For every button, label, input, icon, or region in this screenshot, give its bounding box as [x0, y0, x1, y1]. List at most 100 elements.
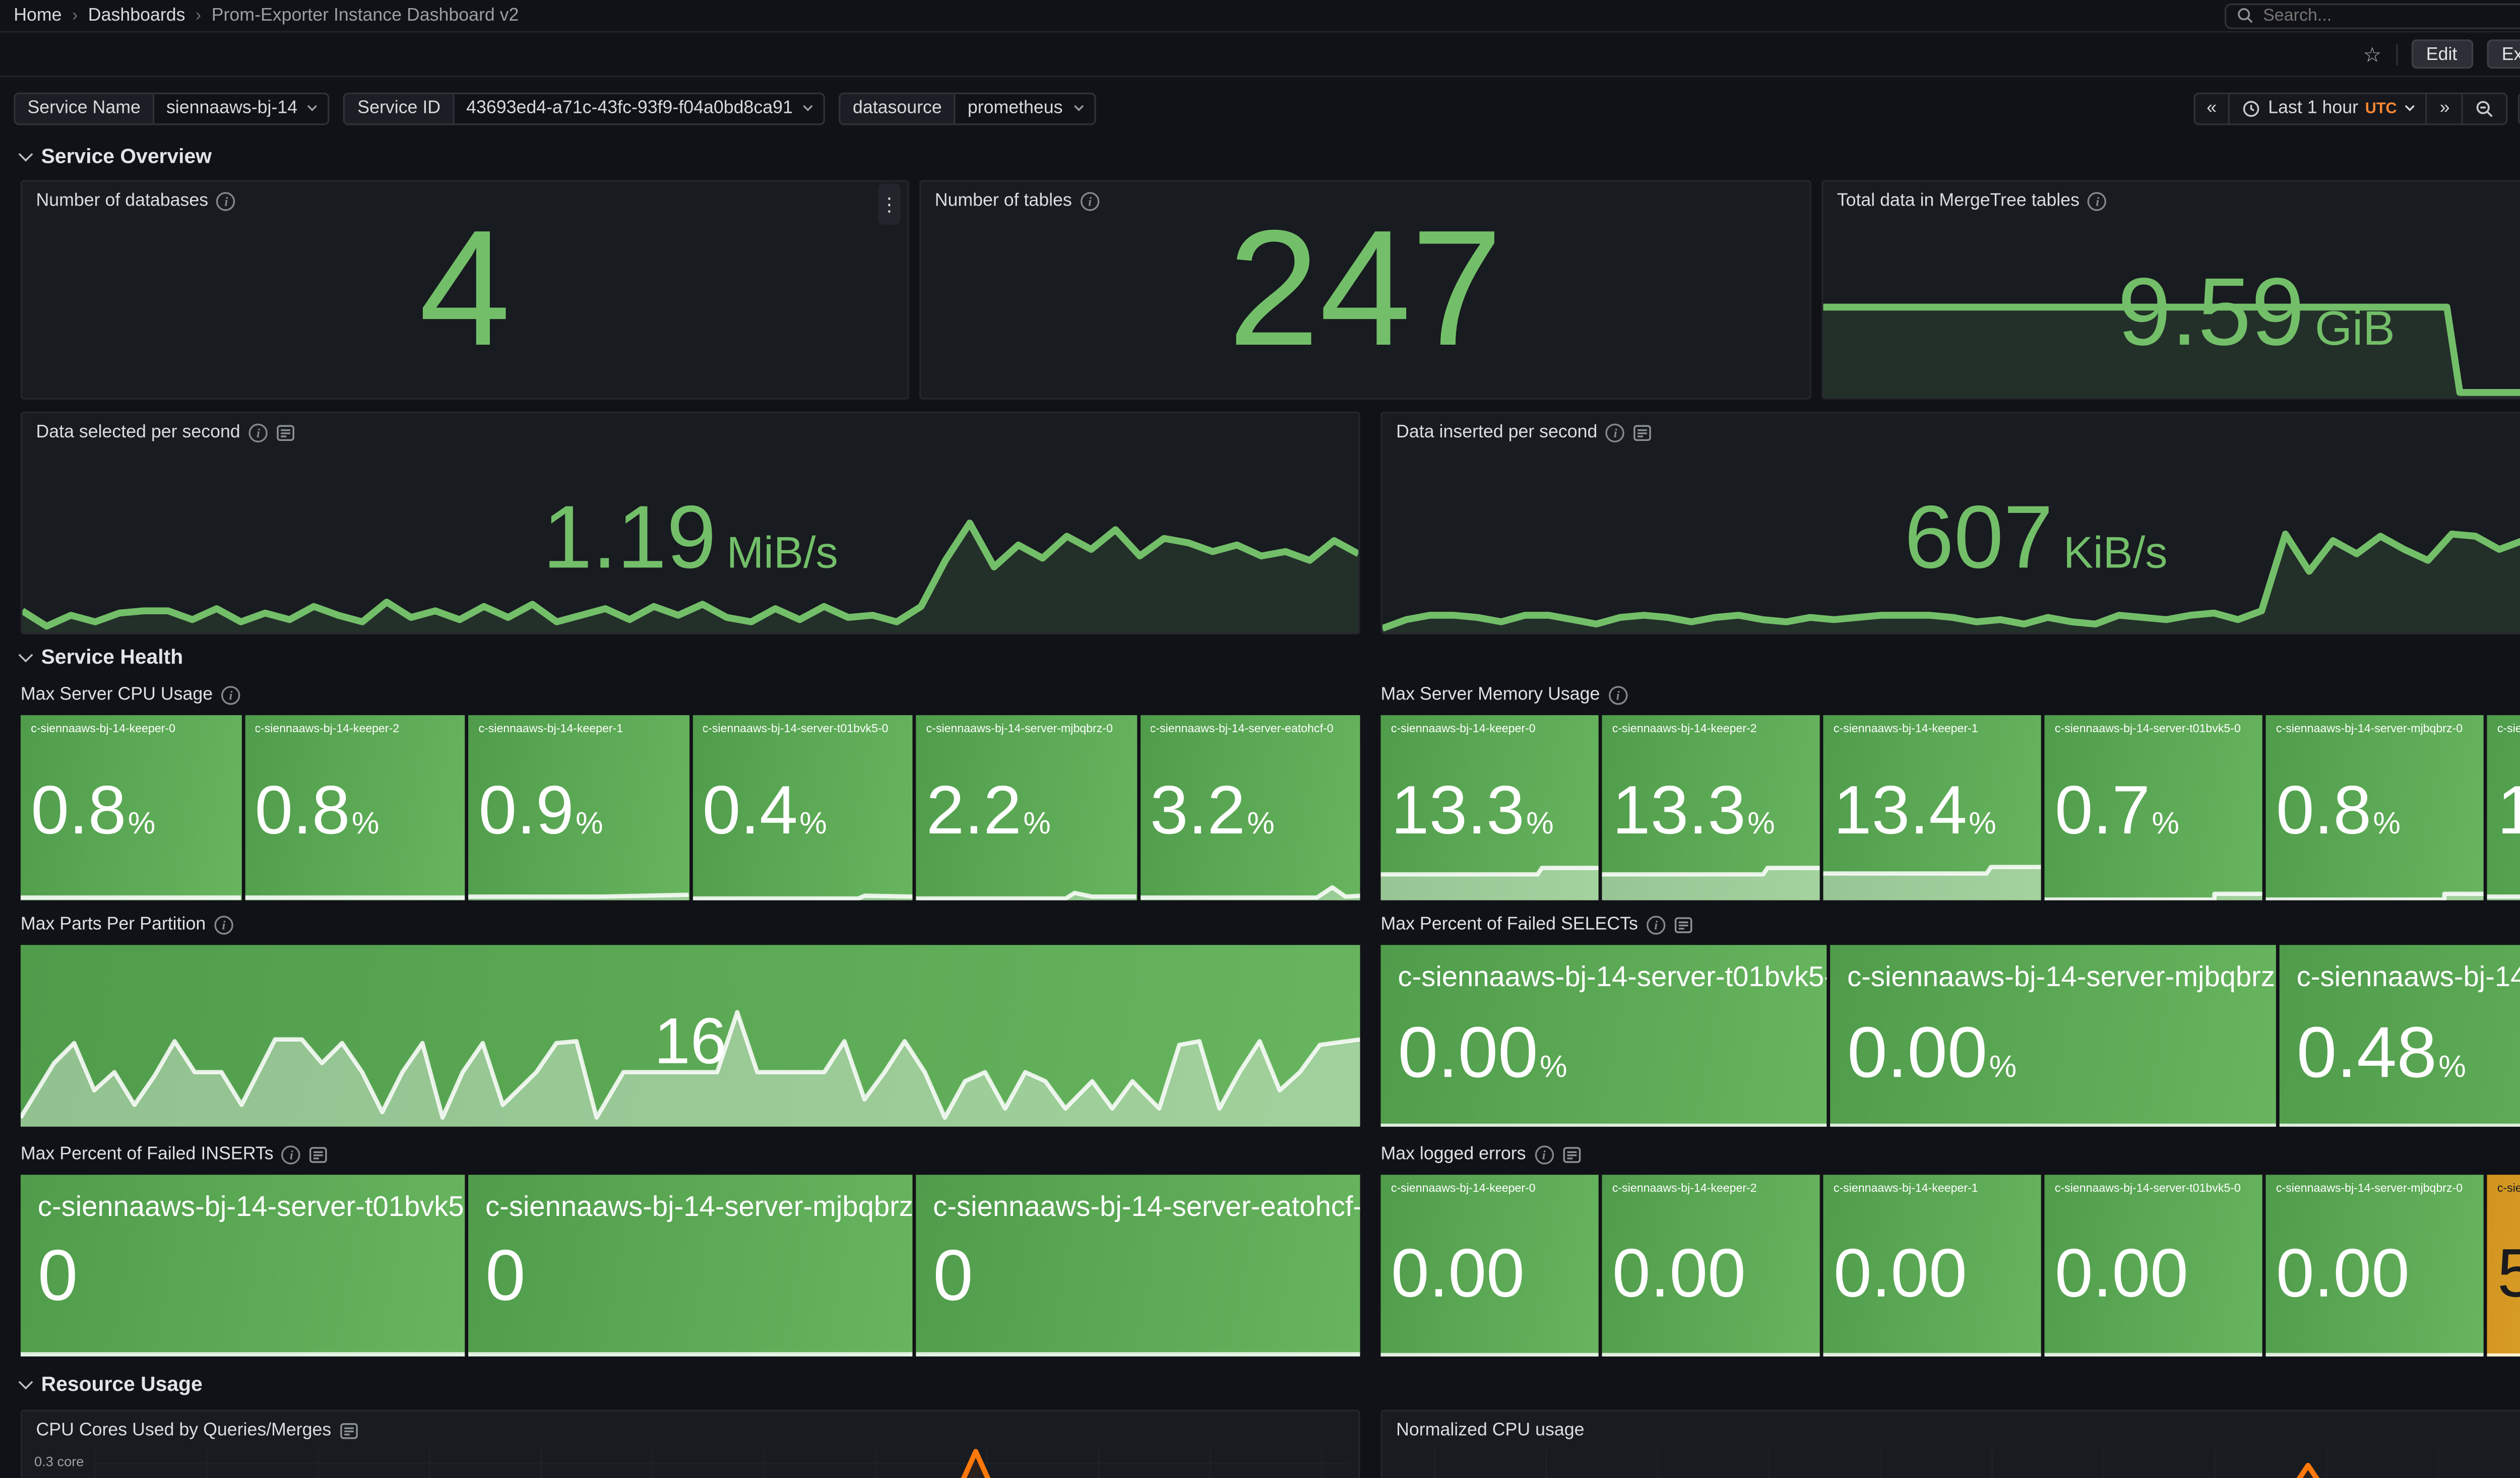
chevron-down-icon — [2406, 101, 2415, 111]
panel-title[interactable]: Max logged errors — [1380, 1144, 1526, 1165]
nav-actions: ⌘+k + ? — [2225, 3, 2520, 28]
y-axis-tick: 0.3 core — [34, 1454, 84, 1470]
panel-links-icon[interactable] — [1674, 915, 1692, 934]
top-nav: Home › Dashboards › Prom-Exporter Instan… — [0, 0, 2520, 33]
panel-title[interactable]: Data selected per second — [36, 422, 240, 442]
panel-data-selected: Data selected per second i 1.19MiB/s — [21, 412, 1360, 634]
variable-label: Service ID — [345, 93, 454, 122]
panel-links-icon[interactable] — [309, 1145, 328, 1164]
section-resource-usage[interactable]: Resource Usage — [21, 1372, 203, 1396]
panel-number-of-databases: Number of databases i 4 — [21, 180, 909, 400]
panel-header-max-parts: Max Parts Per Partition i — [21, 914, 233, 935]
info-icon[interactable]: i — [1606, 423, 1624, 441]
section-service-overview[interactable]: Service Overview — [21, 144, 212, 168]
controls-row: Service Name siennaaws-bj-14 Service ID … — [14, 91, 2520, 125]
chevron-down-icon — [1074, 101, 1083, 111]
info-icon[interactable]: i — [214, 915, 233, 934]
zoom-out-button[interactable] — [2464, 93, 2506, 122]
stat-tile: c-siennaaws-bj-14-keeper-113.4% — [1823, 715, 2041, 901]
info-icon[interactable]: i — [2088, 191, 2107, 210]
panel-title[interactable]: Normalized CPU usage — [1396, 1420, 1584, 1441]
variable-value: 43693ed4-a71c-43fc-93f9-f04a0bd8ca91 — [466, 98, 793, 118]
series-line — [94, 1447, 1348, 1478]
breadcrumb-dashboards[interactable]: Dashboards — [88, 5, 185, 26]
stat-tile: c-siennaaws-bj-14-keeper-20.00 — [1602, 1175, 1819, 1357]
stat-unit: MiB/s — [727, 527, 838, 580]
info-icon[interactable]: i — [217, 191, 235, 210]
time-shift-forward-button[interactable]: » — [2428, 93, 2464, 122]
info-icon[interactable]: i — [221, 685, 240, 704]
time-range-picker[interactable]: Last 1 hour UTC — [2230, 93, 2428, 122]
time-shift-back-button[interactable]: « — [2194, 93, 2230, 122]
chevron-down-icon — [308, 101, 318, 111]
time-range-label: Last 1 hour — [2268, 98, 2358, 118]
variable-value: siennaaws-bj-14 — [166, 98, 297, 118]
clock-icon — [2242, 99, 2261, 117]
panel-links-icon[interactable] — [276, 423, 295, 441]
panel-normalized-cpu: Normalized CPU usage 3% — [1380, 1409, 2520, 1478]
stat-value: 607 — [1904, 494, 2053, 583]
search-input[interactable] — [2263, 6, 2520, 25]
failed-selects-tiles: c-siennaaws-bj-14-server-t01bvk5-00.00% … — [1380, 945, 2520, 1127]
info-icon[interactable]: i — [282, 1145, 301, 1164]
star-icon[interactable]: ☆ — [2363, 42, 2382, 66]
section-service-health[interactable]: Service Health — [21, 645, 183, 669]
stat-tile: c-siennaaws-bj-14-server-eatohcf-00 — [916, 1175, 1360, 1357]
search-icon — [2237, 7, 2254, 24]
memory-usage-tiles: c-siennaaws-bj-14-keeper-013.3% c-sienna… — [1380, 715, 2520, 901]
collapse-chevron-icon — [19, 647, 33, 662]
stat-tile: c-siennaaws-bj-14-server-mjbqbrz-00.00 — [2265, 1175, 2483, 1357]
export-button[interactable]: Export — [2486, 39, 2520, 69]
info-icon[interactable]: i — [249, 423, 268, 441]
panel-data-inserted: Data inserted per second i 607KiB/s — [1380, 412, 2520, 634]
zoom-out-icon — [2476, 99, 2494, 117]
stat-value: 247 — [1228, 208, 1502, 372]
grafana-dashboard: Home › Dashboards › Prom-Exporter Instan… — [0, 0, 2520, 1478]
panel-cpu-cores: CPU Cores Used by Queries/Merges 0.3 cor… — [21, 1409, 1360, 1478]
search-box[interactable]: ⌘+k — [2225, 3, 2520, 28]
panel-links-icon[interactable] — [1562, 1145, 1581, 1164]
stat-tile: c-siennaaws-bj-14-server-t01bvk5-00.7% — [2044, 715, 2262, 901]
info-icon[interactable]: i — [1647, 915, 1665, 934]
breadcrumb-dashboard-title: Prom-Exporter Instance Dashboard v2 — [212, 5, 519, 26]
panel-title[interactable]: Max Parts Per Partition — [21, 914, 206, 935]
panel-menu-button[interactable]: ⋮ — [878, 183, 900, 225]
panel-title[interactable]: Number of tables — [935, 190, 1072, 211]
panel-title[interactable]: Max Percent of Failed INSERTs — [21, 1144, 274, 1165]
variable-service-id[interactable]: Service ID 43693ed4-a71c-43fc-93f9-f04a0… — [344, 92, 825, 124]
time-series-plot — [94, 1449, 1348, 1478]
panel-title[interactable]: Max Percent of Failed SELECTs — [1380, 914, 1637, 935]
template-variables: Service Name siennaaws-bj-14 Service ID … — [14, 92, 1095, 124]
panel-links-icon[interactable] — [1633, 423, 1652, 441]
info-icon[interactable]: i — [1534, 1145, 1553, 1164]
variable-service-name[interactable]: Service Name siennaaws-bj-14 — [14, 92, 330, 124]
stat-tile: c-siennaaws-bj-14-server-mjbqbrz-02.2% — [916, 715, 1136, 901]
stat-value: 9.59 — [2118, 264, 2305, 360]
stat-unit: KiB/s — [2063, 527, 2168, 580]
panel-header-failed-inserts: Max Percent of Failed INSERTs i — [21, 1144, 329, 1165]
stat-unit: GiB — [2315, 302, 2395, 357]
dashboard-toolbar: ☆ Edit Export Share — [0, 33, 2520, 77]
edit-button[interactable]: Edit — [2411, 39, 2473, 69]
cpu-usage-tiles: c-siennaaws-bj-14-keeper-00.8% c-siennaa… — [21, 715, 1360, 901]
panel-title[interactable]: Total data in MergeTree tables — [1837, 190, 2080, 211]
collapse-chevron-icon — [19, 146, 33, 161]
breadcrumb-home[interactable]: Home — [14, 5, 61, 26]
variable-label: datasource — [841, 93, 956, 122]
panel-title[interactable]: Max Server Memory Usage — [1380, 684, 1600, 705]
info-icon[interactable]: i — [1081, 191, 1099, 210]
panel-links-icon[interactable] — [340, 1421, 358, 1439]
panel-title[interactable]: Data inserted per second — [1396, 422, 1597, 442]
stat-value: 16 — [21, 1007, 1360, 1080]
divider — [2395, 44, 2397, 65]
variable-datasource[interactable]: datasource prometheus — [839, 92, 1095, 124]
panel-title[interactable]: CPU Cores Used by Queries/Merges — [36, 1420, 331, 1441]
info-icon[interactable]: i — [1608, 685, 1627, 704]
parts-tile-row: 16 — [21, 945, 1360, 1127]
variable-label: Service Name — [16, 93, 154, 122]
stat-value: 4 — [419, 208, 511, 372]
panel-title[interactable]: Max Server CPU Usage — [21, 684, 213, 705]
stat-tile: c-siennaaws-bj-14-server-mjbqbrz-00 — [468, 1175, 912, 1357]
panel-title[interactable]: Number of databases — [36, 190, 208, 211]
panel-header-max-memory: Max Server Memory Usage i — [1380, 684, 1627, 705]
